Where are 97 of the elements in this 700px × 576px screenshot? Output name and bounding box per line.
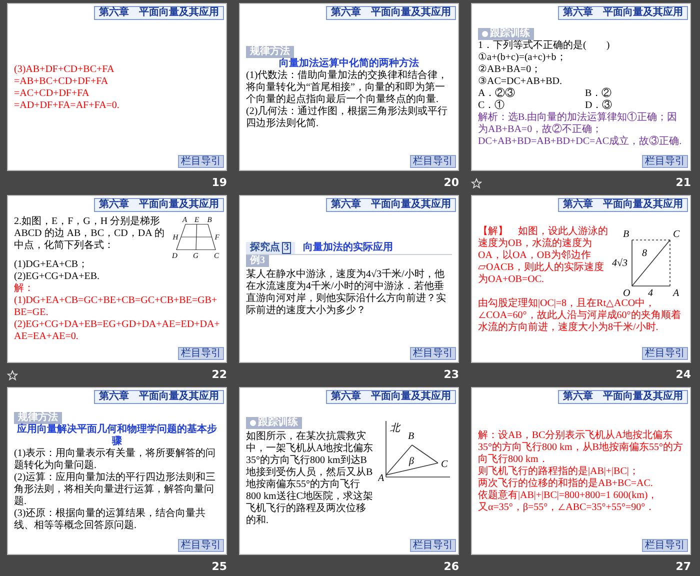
slide-text: 1．下列等式不正确的是( ) xyxy=(478,40,611,52)
slide-text: ③AC=DC+AB+BD. xyxy=(478,76,563,88)
slide-text: (2)几何法：通过作图，根据三角形法则或平行四边形法则化简. xyxy=(246,106,449,130)
slide-text: 则飞机飞行的路程指的是|AB|+|BC|； xyxy=(478,466,640,478)
navigation-button[interactable]: 栏目导引 xyxy=(642,347,688,360)
slide-text: (2)运算：应用向量加法的平行四边形法则和三角形法则，将相关向量进行运算，解答向量问题. xyxy=(14,472,217,508)
section-tag: 跟踪训练 xyxy=(246,416,302,428)
figure-label: F xyxy=(214,232,220,241)
chapter-banner: 第六章 平面向量及其应用 xyxy=(558,198,688,212)
slide-text: 【解】 如图，设此人游泳的速度为OB，水流的速度为OA，以OA，OB为邻边作▱OACB，则此人的实际速度为OA+OB=OC. xyxy=(478,226,608,286)
slide-heading: 向量加法的实际应用 xyxy=(303,242,393,254)
slide-thumbnail[interactable]: 第六章 平面向量及其应用 规律方法 应用向量解决平面几何和物理学问题的基本步骤 (1)表示：用向量表示有关量，将所要解答的问题转化为向量问题. (2)运算：应用向量加法的平行四边形法则和三角形法则，将相关向量进行运算，解答向量问题. (3)还原：根据向量的运算结果，结合向量共线、相等等概念回答原问题. 栏目导引 xyxy=(7,387,227,555)
slide-number: 20 xyxy=(444,174,459,191)
slide-thumbnail[interactable]: 第六章 平面向量及其应用 2.如图，E，F，G，H 分别是梯形 ABCD 的边 AB，BC，CD，DA 的中点，化简下列各式： A E B H F D G C (1)DG+EA+CB； (2)EG+CG+DA+EB. 解：(1)DG+EA+CB=GC+BE+CB=GC+CB+BE=GB+BE=GE. (2)EG+CG+DA+EB=EG+GD+DA+AE=ED+DA+AE=EA+AE=0. 栏目导引 xyxy=(7,195,227,363)
star-icon[interactable] xyxy=(7,370,18,380)
figure-label: B xyxy=(623,228,630,240)
navigation-button[interactable]: 栏目导引 xyxy=(642,155,688,168)
slide-text: 依题意有|AB|+|BC|=800+800=1 600(km)， xyxy=(478,490,659,502)
figure-label: β xyxy=(409,456,414,466)
slide-text: (1)代数法：借助向量加法的交换律和结合律，将向量转化为“首尾相接”，向量的和即为第一个向量的起点指向最后一个向量终点的向量. xyxy=(246,70,449,106)
navigation-button[interactable]: 栏目导引 xyxy=(178,539,224,552)
figure-label: C xyxy=(673,228,680,240)
figure-label: E xyxy=(194,216,200,224)
answer-option: C．① xyxy=(478,100,577,112)
navigation-button[interactable]: 栏目导引 xyxy=(410,347,456,360)
figure-label: C xyxy=(214,250,220,260)
navigation-button[interactable]: 栏目导引 xyxy=(178,347,224,360)
slide-number: 23 xyxy=(444,366,459,383)
section-tag: 探究点 3 xyxy=(246,242,295,254)
figure-label: G xyxy=(193,250,198,260)
figure-label: 4 xyxy=(648,288,653,298)
figure-label: H xyxy=(172,232,178,241)
figure-label: C xyxy=(441,458,448,470)
figure-label: O xyxy=(623,288,630,298)
slide-text: 解：设AB，BC分别表示飞机从A地按北偏东35°的方向飞行800 km，从B地按南偏东55°的方向飞行800 km． xyxy=(478,430,684,466)
navigation-button[interactable]: 栏目导引 xyxy=(410,539,456,552)
slide-text: (1)DG+EA+CB； xyxy=(14,259,90,272)
slide-text: 如图所示，在某次抗震救灾中，一架飞机从A地按北偏东35°的方向飞行800 km到达B地接到受伤人员，然后又从B地按南偏东55°的方向飞行800 km送往C地医院，求这架飞机飞行的路程及两次位移的和. xyxy=(246,430,374,526)
chapter-banner: 第六章 平面向量及其应用 xyxy=(94,390,224,404)
star-icon[interactable] xyxy=(471,178,482,188)
slide-heading: 向量加法运算中化简的两种方法 xyxy=(278,58,420,70)
chapter-banner: 第六章 平面向量及其应用 xyxy=(326,6,456,20)
slide-text: (1)表示：用向量表示有关量，将所要解答的问题转化为向量问题. xyxy=(14,448,217,472)
slide-thumbnail[interactable]: 第六章 平面向量及其应用 解：设AB，BC分别表示飞机从A地按北偏东35°的方向飞行800 km，从B地按南偏东55°的方向飞行800 km． 则飞机飞行的路程指的是|AB|+|BC|； 两次飞行的位移的和指的是AB+BC=AC. 依题意有|AB|+|BC|=800+800=1 600(km)， 又α=35°，β=55°，∠ABC=35°+55°=90°． 栏目导引 xyxy=(471,387,691,555)
answer-option: A．②③ xyxy=(478,88,577,100)
slide-text: ②AB+BA=0； xyxy=(478,64,542,76)
navigation-button[interactable]: 栏目导引 xyxy=(178,155,224,168)
figure-label: B xyxy=(207,216,212,224)
chapter-banner: 第六章 平面向量及其应用 xyxy=(558,390,688,404)
slide-text: =AD+DF+FA=AF+FA=0. xyxy=(14,100,120,112)
figure-label: A xyxy=(673,288,680,298)
slide-number: 24 xyxy=(676,366,691,383)
section-tag: 跟踪训练 xyxy=(478,28,534,40)
chapter-banner: 第六章 平面向量及其应用 xyxy=(558,6,688,20)
figure-label: 8 xyxy=(642,248,647,258)
answer-option: B．② xyxy=(585,88,684,100)
slide-number: 21 xyxy=(676,174,691,191)
figure-label: B xyxy=(408,430,414,442)
slide-text: =AC+CD+DF+FA xyxy=(14,88,90,100)
section-tag: 例3 xyxy=(246,255,269,267)
figure-label: D xyxy=(172,250,178,260)
chapter-banner: 第六章 平面向量及其应用 xyxy=(326,198,456,212)
slide-text: 解：(1)DG+EA+CB=GC+BE+CB=GC+CB+BE=GB+BE=GE. xyxy=(14,283,218,320)
slide-text: 2.如图，E，F，G，H 分别是梯形 ABCD 的边 AB，BC，CD，DA 的中点，化简下列各式： xyxy=(14,216,166,252)
slide-number: 22 xyxy=(212,366,227,383)
slide-thumbnail[interactable]: 第六章 平面向量及其应用 (3)AB+DF+CD+BC+FA =AB+BC+CD+DF+FA =AC+CD+DF+FA =AD+DF+FA=AF+FA=0. 栏目导引 xyxy=(7,3,227,171)
answer-option: D．③ xyxy=(585,100,684,112)
slide-number: 27 xyxy=(676,558,691,575)
slide-heading: 应用向量解决平面几何和物理学问题的基本步骤 xyxy=(16,424,218,448)
slide-text: (3)AB+DF+CD+BC+FA xyxy=(14,64,116,76)
slide-text: 由勾股定理知|OC|=8，且在Rt△ACO中，∠COA=60°，故此人沿与河岸成60°的夹角顺着水流的方向前进，速度大小为8千米/小时. xyxy=(478,298,682,334)
slide-number: 19 xyxy=(212,174,227,191)
slide-text: 又α=35°，β=55°，∠ABC=35°+55°=90°． xyxy=(478,502,656,514)
slide-text: (2)EG+CG+DA+EB=EG+GD+DA+AE=ED+DA+AE=EA+AE=0. xyxy=(14,319,220,344)
slide-number: 25 xyxy=(212,558,227,575)
figure-label: A xyxy=(182,216,188,224)
navigation-button[interactable]: 栏目导引 xyxy=(410,155,456,168)
slide-text: 某人在静水中游泳，速度为4√3千米/小时，他在水流速度为4千米/小时的河中游泳．若他垂直游向河对岸，则他实际沿什么方向前进？实际前进的速度大小为多少？ xyxy=(246,269,447,317)
figure-label: 4√3 xyxy=(612,258,628,268)
slide-text: (2)EG+CG+DA+EB. xyxy=(14,271,101,283)
chapter-banner: 第六章 平面向量及其应用 xyxy=(94,6,224,20)
section-tag: 规律方法 xyxy=(246,46,294,58)
slide-thumbnail[interactable]: 第六章 平面向量及其应用 规律方法 向量加法运算中化简的两种方法 (1)代数法：借助向量加法的交换律和结合律，将向量转化为“首尾相接”，向量的和即为第一个向量的起点指向最后一个向量终点的向量. (2)几何法：通过作图，根据三角形法则或平行四边形法则化简. 栏目导引 xyxy=(239,3,459,171)
slide-text: =AB+BC+CD+DF+FA xyxy=(14,76,110,88)
navigation-button[interactable]: 栏目导引 xyxy=(642,539,688,552)
figure-label: 北 xyxy=(390,422,400,434)
slide-text: 两次飞行的位移的和指的是AB+BC=AC. xyxy=(478,478,654,490)
slide-number: 26 xyxy=(444,558,459,575)
slide-text: ①a+(b+c)=(a+c)+b； xyxy=(478,52,568,64)
slide-text: 解析：选B.由向量的加法运算律知①正确；因为AB+BA=0，故②不正确；DC+AB+BD=AB+BD+DC=AC成立，故③正确. xyxy=(478,112,683,148)
chapter-banner: 第六章 平面向量及其应用 xyxy=(94,198,224,212)
slide-thumbnail[interactable]: 第六章 平面向量及其应用 探究点 3 向量加法的实际应用 例3 某人在静水中游泳，速度为4√3千米/小时，他在水流速度为4千米/小时的河中游泳．若他垂直游向河对岸，则他实际沿什么方向前进？实际前进的速度大小为多少？ 栏目导引 xyxy=(239,195,459,363)
section-tag: 规律方法 xyxy=(14,412,62,424)
section-number: 3 xyxy=(282,242,291,254)
chapter-banner: 第六章 平面向量及其应用 xyxy=(326,390,456,404)
slide-text: (3)还原：根据向量的运算结果，结合向量共线、相等等概念回答原问题. xyxy=(14,508,207,532)
slide-thumbnail[interactable]: 第六章 平面向量及其应用 跟踪训练 1．下列等式不正确的是( ) ①a+(b+c)=(a+c)+b； ②AB+BA=0； ③AC=DC+AB+BD. A．②③ B．② C．① D．③ 解析：选B.由向量的加法运算律知①正确；因为AB+BA=0，故②不正确；DC+AB+BD=AB+BD+DC=AC成立，故③正确. 栏目导引 xyxy=(471,3,691,171)
